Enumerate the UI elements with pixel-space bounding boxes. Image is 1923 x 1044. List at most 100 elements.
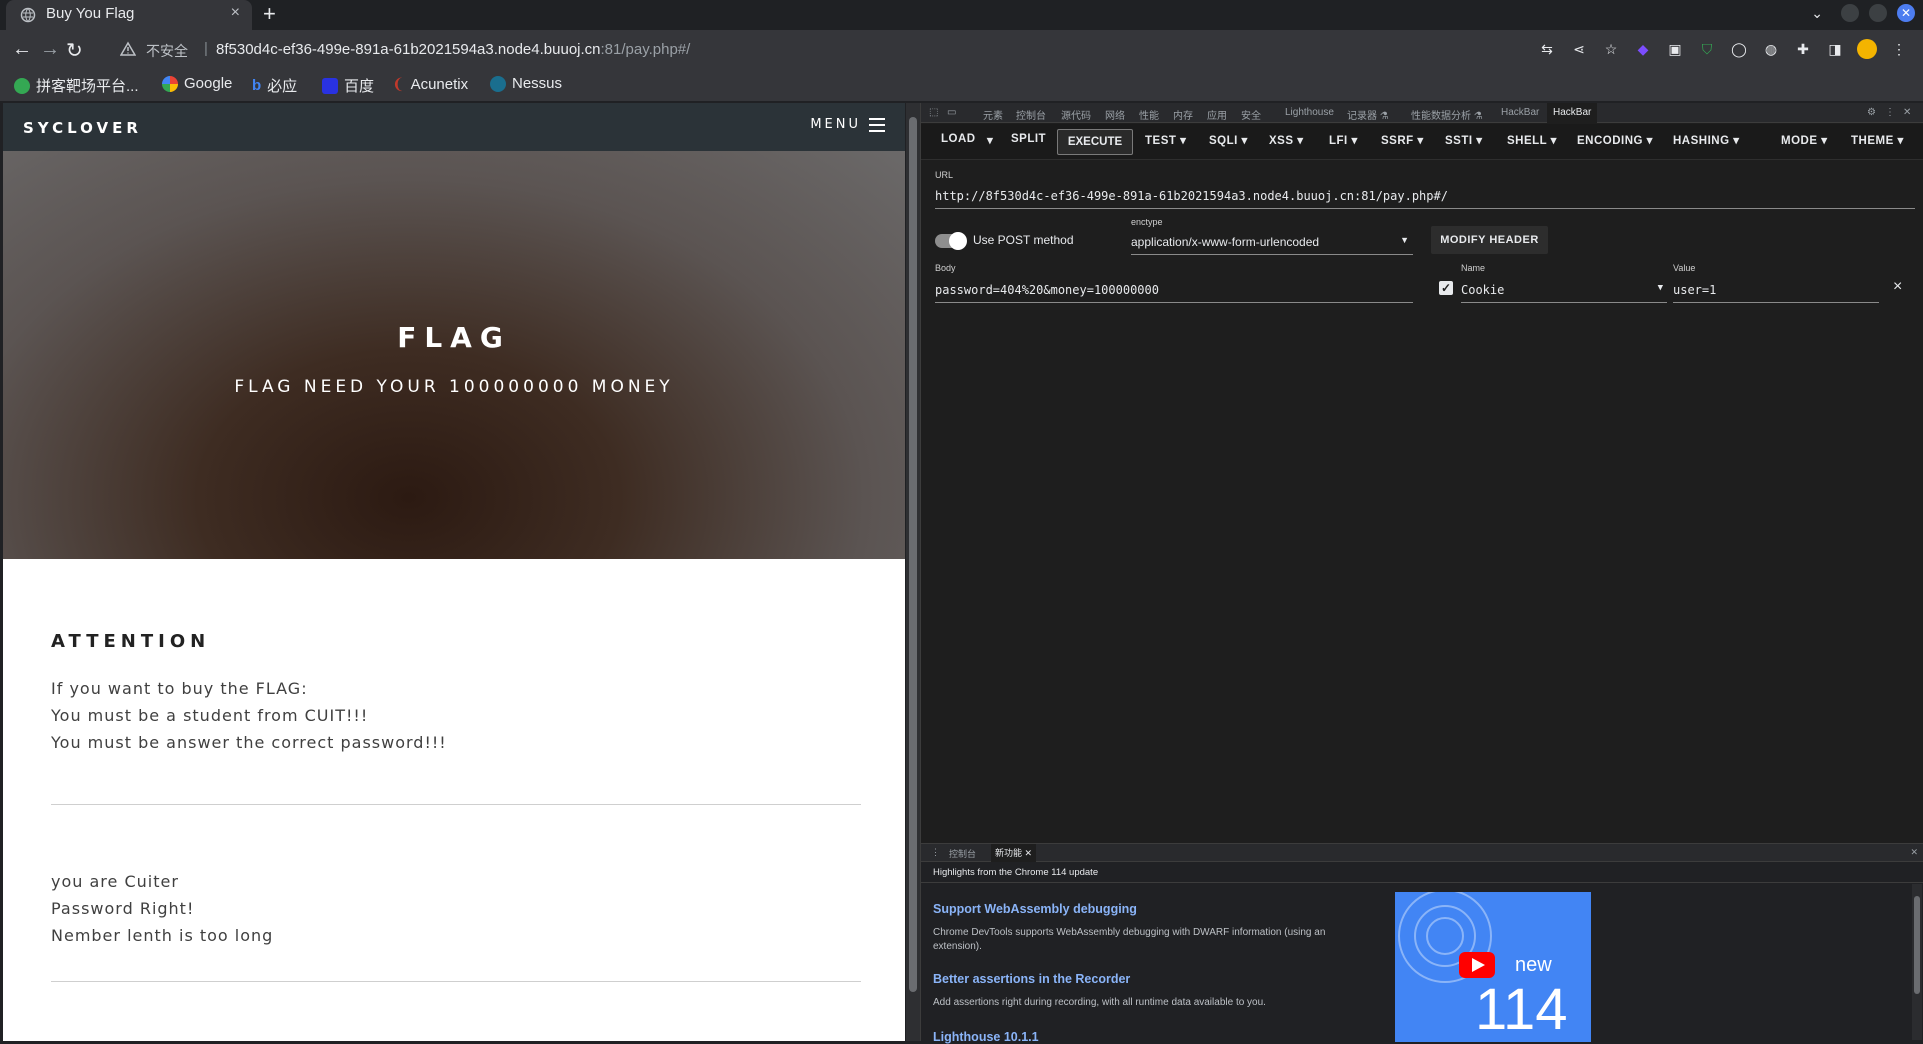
bookmark-item[interactable]: ❨ Acunetix	[392, 75, 468, 94]
tab-security[interactable]: 安全	[1241, 107, 1261, 122]
promo-new-label: new	[1515, 954, 1552, 976]
bookmark-label: Nessus	[512, 75, 563, 92]
drawer-scrollbar-thumb[interactable]	[1914, 896, 1920, 994]
enctype-select[interactable]: application/x-www-form-urlencoded ▼	[1131, 235, 1413, 255]
shell-menu[interactable]: SHELL ▾	[1507, 133, 1557, 147]
tab-performance[interactable]: 性能	[1139, 107, 1159, 122]
reload-icon[interactable]: ↻	[66, 38, 83, 63]
shield-icon[interactable]: ⛉	[1697, 39, 1717, 59]
browser-tab[interactable]: Buy You Flag ×	[6, 0, 252, 30]
post-method-toggle[interactable]	[935, 232, 967, 250]
page-scrollbar-thumb[interactable]	[909, 117, 917, 992]
menu-label: MENU	[810, 117, 861, 132]
url-field[interactable]: http://8f530d4c-ef36-499e-891a-61b202159…	[935, 189, 1915, 209]
load-button[interactable]: LOAD	[941, 133, 976, 145]
execute-button[interactable]: EXECUTE	[1057, 129, 1133, 155]
drawer-menu-icon[interactable]: ⋮	[931, 847, 940, 858]
bookmark-item[interactable]: 拼客靶场平台...	[14, 75, 139, 96]
attention-line: You must be a student from CUIT!!!	[51, 706, 369, 725]
tab-elements[interactable]: 元素	[983, 107, 1003, 122]
encoding-menu[interactable]: ENCODING ▾	[1577, 133, 1653, 147]
address-url[interactable]: 8f530d4c-ef36-499e-891a-61b2021594a3.nod…	[216, 41, 690, 58]
load-dropdown-icon[interactable]: ▾	[987, 133, 993, 147]
feature-heading[interactable]: Lighthouse 10.1.1	[933, 1030, 1039, 1044]
menu-button[interactable]: MENU	[810, 117, 885, 132]
feature-heading[interactable]: Support WebAssembly debugging	[933, 902, 1137, 916]
back-arrow-icon[interactable]: ←	[12, 38, 32, 61]
inspect-icon[interactable]: ⬚	[929, 107, 938, 118]
warning-icon	[120, 41, 136, 56]
tab-close-icon[interactable]: ×	[231, 4, 240, 22]
drawer-tab-whats-new[interactable]: 新功能 ✕	[991, 844, 1037, 862]
enctype-label: enctype	[1131, 217, 1163, 227]
body-field[interactable]: password=404%20&money=100000000	[935, 283, 1413, 303]
page-scrollbar[interactable]	[906, 103, 920, 1041]
chevron-down-icon: ▼	[1400, 235, 1409, 245]
extension-box-icon[interactable]: ▣	[1665, 39, 1685, 59]
settings-gear-icon[interactable]: ⚙	[1867, 107, 1876, 118]
theme-menu[interactable]: THEME ▾	[1851, 133, 1904, 147]
test-menu[interactable]: TEST ▾	[1145, 133, 1186, 147]
tab-application[interactable]: 应用	[1207, 107, 1227, 122]
bookmark-item[interactable]: Nessus	[490, 75, 562, 92]
tab-hackbar-active[interactable]: HackBar	[1547, 103, 1598, 123]
tab-search-icon[interactable]: ⌄	[1811, 5, 1823, 22]
tab-network[interactable]: 网络	[1105, 107, 1125, 122]
drawer-tab-console[interactable]: 控制台	[949, 847, 976, 860]
kebab-menu-icon[interactable]: ⋮	[1889, 39, 1909, 59]
close-icon[interactable]: ✕	[1025, 848, 1033, 858]
profile-avatar[interactable]	[1857, 39, 1877, 59]
side-panel-icon[interactable]: ◨	[1825, 39, 1845, 59]
devtools-drawer: ⋮ 控制台 新功能 ✕ ✕ Highlights from the Chrome…	[921, 843, 1923, 1044]
post-method-label: Use POST method	[973, 233, 1074, 247]
bookmark-star-icon[interactable]: ☆	[1601, 39, 1621, 59]
devtools-more-icon[interactable]: ⋮	[1885, 107, 1895, 118]
tab-memory[interactable]: 内存	[1173, 107, 1193, 122]
sqli-menu[interactable]: SQLI ▾	[1209, 133, 1248, 147]
address-bar[interactable]: 不安全 | 8f530d4c-ef36-499e-891a-61b2021594…	[112, 33, 1492, 67]
header-value-field[interactable]: user=1	[1673, 283, 1879, 303]
tab-console[interactable]: 控制台	[1016, 107, 1046, 122]
header-name-select[interactable]: Cookie ▼	[1461, 283, 1667, 303]
forward-arrow-icon[interactable]: →	[40, 38, 60, 61]
extensions-puzzle-icon[interactable]: ✚	[1793, 39, 1813, 59]
share-icon[interactable]: ⋖	[1569, 39, 1589, 59]
drawer-scrollbar[interactable]	[1912, 884, 1922, 1040]
remove-header-icon[interactable]: ×	[1893, 278, 1902, 296]
translate-icon[interactable]: ⇆	[1537, 39, 1557, 59]
minimize-button[interactable]	[1841, 4, 1859, 22]
maximize-button[interactable]	[1869, 4, 1887, 22]
chrome-114-promo-image[interactable]: new 114	[1395, 892, 1591, 1042]
devtools-close-icon[interactable]: ✕	[1903, 107, 1911, 118]
tab-performance-insights[interactable]: 性能数据分析 ⚗	[1411, 107, 1483, 122]
mode-menu[interactable]: MODE ▾	[1781, 133, 1827, 147]
hashing-menu[interactable]: HASHING ▾	[1673, 133, 1740, 147]
tab-recorder[interactable]: 记录器 ⚗	[1347, 107, 1389, 122]
ssrf-menu[interactable]: SSRF ▾	[1381, 133, 1424, 147]
lfi-menu[interactable]: LFI ▾	[1329, 133, 1358, 147]
header-name-label: Name	[1461, 263, 1486, 273]
xss-menu[interactable]: XSS ▾	[1269, 133, 1303, 147]
baidu-icon	[322, 77, 338, 94]
bing-icon: b	[252, 77, 262, 94]
bookmark-item[interactable]: Google	[162, 75, 232, 92]
drawer-close-icon[interactable]: ✕	[1910, 847, 1918, 858]
bookmark-item[interactable]: 百度	[322, 75, 374, 96]
tab-lighthouse[interactable]: Lighthouse	[1285, 107, 1334, 118]
tab-sources[interactable]: 源代码	[1061, 107, 1091, 122]
close-window-button[interactable]: ✕	[1897, 4, 1915, 22]
device-toggle-icon[interactable]: ▭	[947, 107, 956, 118]
extension-circle-icon[interactable]: ◯	[1729, 39, 1749, 59]
split-button[interactable]: SPLIT	[1011, 133, 1046, 145]
modify-header-button[interactable]: MODIFY HEADER	[1431, 226, 1548, 254]
site-brand[interactable]: SYCLOVER	[23, 119, 142, 137]
extension-globe-icon[interactable]: ◍	[1761, 39, 1781, 59]
ssti-menu[interactable]: SSTI ▾	[1445, 133, 1483, 147]
feature-heading[interactable]: Better assertions in the Recorder	[933, 972, 1130, 986]
devtools-tabs: ⬚ ▭ 元素 控制台 源代码 网络 性能 内存 应用 安全 Lighthouse…	[921, 103, 1923, 123]
extension-purple-icon[interactable]: ◆	[1633, 39, 1653, 59]
bookmark-item[interactable]: b 必应	[252, 75, 297, 96]
new-tab-button[interactable]: +	[263, 1, 276, 27]
header-enabled-checkbox[interactable]: ✓	[1439, 281, 1453, 295]
tab-hackbar[interactable]: HackBar	[1501, 107, 1539, 118]
